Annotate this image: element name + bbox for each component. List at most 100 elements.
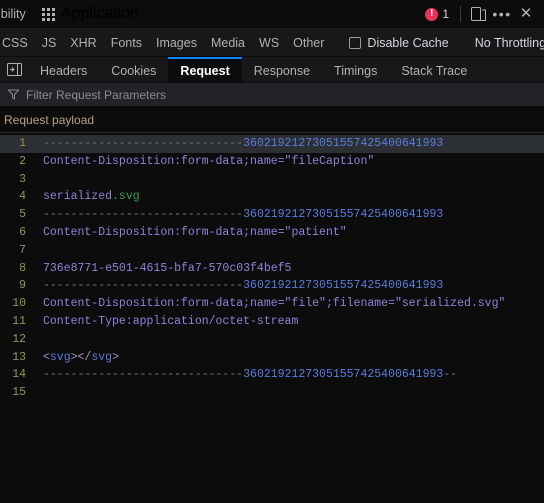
line-number: 6 xyxy=(19,225,26,239)
filter-type-other[interactable]: Other xyxy=(286,29,331,57)
code-line-text: -----------------------------36021921273… xyxy=(30,277,443,295)
request-payload-panel: Request payload 1 -----------------------… xyxy=(0,107,544,503)
tool-tab-application-label: Application xyxy=(60,5,140,22)
checkbox-icon xyxy=(349,36,362,49)
grid-icon xyxy=(41,7,55,21)
error-count-label: 1 xyxy=(442,7,449,21)
line-number: 3 xyxy=(19,172,26,186)
tool-tab-accessibility[interactable]: ibility xyxy=(0,0,34,29)
code-line[interactable]: 3 xyxy=(0,171,544,189)
code-line[interactable]: 11 Content-Type:application/octet-stream xyxy=(0,313,544,331)
close-icon[interactable]: ✕ xyxy=(514,3,538,25)
line-number: 7 xyxy=(19,243,26,257)
code-line-text: 736e8771-e501-4615-bfa7-570c03f4bef5 xyxy=(30,260,291,278)
code-token: svg xyxy=(91,350,113,364)
line-number: 11 xyxy=(12,314,26,328)
code-line-text: Content-Disposition:form-data;name="file… xyxy=(30,153,374,171)
tab-headers[interactable]: Headers xyxy=(28,57,99,82)
line-number: 10 xyxy=(12,297,26,311)
code-token: 36021921273051557425400641993 xyxy=(243,279,444,293)
code-line[interactable]: 12 xyxy=(0,331,544,349)
code-token: Content-Disposition:form-data;name="file… xyxy=(43,154,375,168)
code-token: < xyxy=(43,350,50,364)
error-count-badge[interactable]: ! 1 xyxy=(419,7,455,21)
code-line-text: -----------------------------36021921273… xyxy=(30,206,443,224)
filter-request-parameters-row[interactable]: Filter Request Parameters xyxy=(0,83,544,107)
disable-cache-label: Disable Cache xyxy=(367,35,449,50)
code-token: > xyxy=(112,350,119,364)
code-token: ----------------------------- xyxy=(43,208,244,222)
panel-toggle-icon[interactable] xyxy=(0,57,28,82)
code-token: ----------------------------- xyxy=(43,368,244,382)
throttling-value: No Throttling xyxy=(474,35,544,50)
line-number: 5 xyxy=(19,208,26,222)
code-token: .svg xyxy=(112,190,140,204)
filter-type-ws[interactable]: WS xyxy=(252,29,286,57)
code-line[interactable]: 9 -----------------------------3602192127… xyxy=(0,277,544,295)
tab-response[interactable]: Response xyxy=(242,57,322,82)
code-line[interactable]: 13 <svg></svg> xyxy=(0,349,544,367)
filter-type-css[interactable]: CSS xyxy=(0,29,35,57)
filter-type-xhr[interactable]: XHR xyxy=(63,29,103,57)
request-detail-tabs: Headers Cookies Request Response Timings… xyxy=(0,57,544,83)
code-token: Content-Disposition:form-data;name="file… xyxy=(43,297,506,311)
code-line[interactable]: 2 Content-Disposition:form-data;name="fil… xyxy=(0,153,544,171)
code-token: Content-Disposition:form-data;name="pati… xyxy=(43,225,347,239)
code-line[interactable]: 14 -----------------------------360219212… xyxy=(0,366,544,384)
code-line-text: <svg></svg> xyxy=(30,349,119,367)
code-line[interactable]: 8 736e8771-e501-4615-bfa7-570c03f4bef5 xyxy=(0,260,544,278)
line-number: 8 xyxy=(19,261,26,275)
code-token: 36021921273051557425400641993 xyxy=(243,368,444,382)
code-line[interactable]: 15 xyxy=(0,384,544,402)
code-token: ></ xyxy=(70,350,92,364)
filter-type-fonts[interactable]: Fonts xyxy=(104,29,149,57)
devtools-main-toolbar: ibility Application ! 1 ••• ✕ xyxy=(0,0,544,29)
error-circle-icon: ! xyxy=(425,7,439,21)
code-line[interactable]: 5 -----------------------------3602192127… xyxy=(0,206,544,224)
tab-request[interactable]: Request xyxy=(168,57,242,82)
line-number: 2 xyxy=(19,154,26,168)
code-token: ----------------------------- xyxy=(43,137,244,150)
filter-type-media[interactable]: Media xyxy=(204,29,252,57)
filter-request-parameters-placeholder: Filter Request Parameters xyxy=(26,87,167,102)
code-token: serialized xyxy=(43,190,113,204)
code-line-text: Content-Type:application/octet-stream xyxy=(30,313,298,331)
code-line[interactable]: 1 -----------------------------3602192127… xyxy=(0,135,544,153)
code-line[interactable]: 7 xyxy=(0,242,544,260)
filter-type-js[interactable]: JS xyxy=(35,29,64,57)
line-number: 15 xyxy=(12,386,26,400)
code-line-text: Content-Disposition:form-data;name="pati… xyxy=(30,224,347,242)
line-number: 1 xyxy=(19,137,26,150)
disable-cache-checkbox[interactable]: Disable Cache xyxy=(341,36,456,50)
network-filter-toolbar: CSS JS XHR Fonts Images Media WS Other D… xyxy=(0,29,544,57)
line-number: 14 xyxy=(12,368,26,382)
line-number: 9 xyxy=(19,279,26,293)
responsive-design-mode-icon[interactable] xyxy=(466,3,490,25)
code-line[interactable]: 10 Content-Disposition:form-data;name="fi… xyxy=(0,295,544,313)
tab-timings[interactable]: Timings xyxy=(322,57,389,82)
code-token: svg xyxy=(49,350,71,364)
code-token: 36021921273051557425400641993 xyxy=(243,208,444,222)
line-number: 13 xyxy=(12,350,26,364)
line-number: 4 xyxy=(19,190,26,204)
tab-cookies[interactable]: Cookies xyxy=(99,57,168,82)
code-line-text: -----------------------------36021921273… xyxy=(30,366,457,384)
code-token: 36021921273051557425400641993 xyxy=(243,137,444,150)
code-token: Content-Type:application/octet-stream xyxy=(43,314,299,328)
filter-type-images[interactable]: Images xyxy=(149,29,204,57)
toolbar-divider-1 xyxy=(460,6,461,22)
code-line[interactable]: 4 serialized.svg xyxy=(0,188,544,206)
code-line[interactable]: 6 Content-Disposition:form-data;name="pat… xyxy=(0,224,544,242)
code-line-text: serialized.svg xyxy=(30,188,140,206)
code-token: 736e8771-e501-4615-bfa7-570c03f4bef5 xyxy=(43,261,292,275)
request-payload-title[interactable]: Request payload xyxy=(0,107,544,133)
funnel-icon xyxy=(8,89,19,100)
code-line-text: Content-Disposition:form-data;name="file… xyxy=(30,295,505,313)
tool-tab-application[interactable]: Application xyxy=(34,5,149,23)
payload-code-view[interactable]: 1 -----------------------------3602192127… xyxy=(0,133,544,402)
throttling-dropdown[interactable]: No Throttling ▴▾ xyxy=(467,34,544,51)
code-token: -- xyxy=(443,368,458,382)
line-number: 12 xyxy=(12,332,26,346)
tab-stack-trace[interactable]: Stack Trace xyxy=(389,57,479,82)
more-options-icon[interactable]: ••• xyxy=(490,3,514,25)
